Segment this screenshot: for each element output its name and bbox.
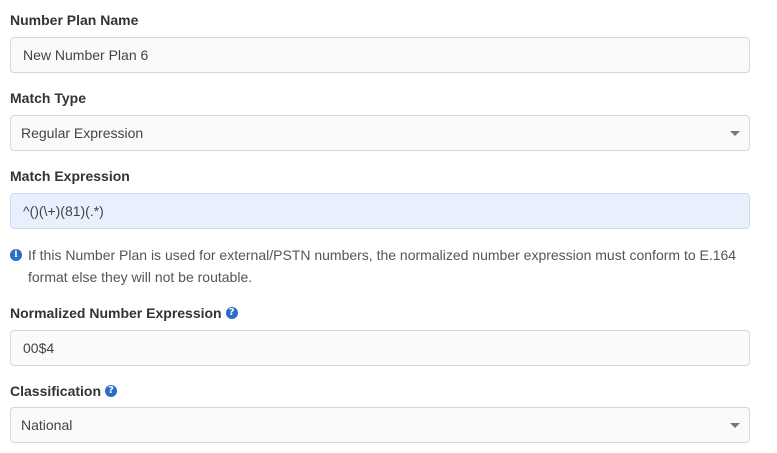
question-circle-icon[interactable]: ? xyxy=(225,307,238,319)
normalized-expression-label: Normalized Number Expression ? xyxy=(10,305,238,321)
question-circle-icon[interactable]: ? xyxy=(105,385,118,397)
number-plan-name-label-text: Number Plan Name xyxy=(10,12,139,28)
match-expression-input[interactable]: ^()(\+)(81)(.*) xyxy=(10,193,750,229)
chevron-down-icon xyxy=(730,423,740,428)
number-plan-form: Number Plan Name New Number Plan 6 Match… xyxy=(0,0,777,453)
normalized-expression-label-text: Normalized Number Expression xyxy=(10,305,222,321)
match-type-label-text: Match Type xyxy=(10,90,86,106)
classification-select[interactable]: National xyxy=(10,407,750,443)
match-type-value: Regular Expression xyxy=(21,125,144,141)
match-expression-label-text: Match Expression xyxy=(10,168,130,184)
chevron-down-icon xyxy=(730,131,740,136)
match-type-label: Match Type xyxy=(10,90,86,106)
classification-label-text: Classification xyxy=(10,383,102,399)
number-plan-name-label: Number Plan Name xyxy=(10,12,138,28)
info-circle-icon: i xyxy=(10,249,22,261)
classification-label: Classification ? xyxy=(10,383,118,399)
match-expression-value: ^()(\+)(81)(.*) xyxy=(23,203,104,219)
number-plan-name-input[interactable]: New Number Plan 6 xyxy=(10,37,750,73)
normalized-expression-input[interactable]: 00$4 xyxy=(10,330,750,366)
number-plan-name-value: New Number Plan 6 xyxy=(23,47,149,63)
classification-value: National xyxy=(21,417,73,433)
info-note-text: If this Number Plan is used for external… xyxy=(28,247,737,285)
match-type-select[interactable]: Regular Expression xyxy=(10,115,750,151)
match-expression-label: Match Expression xyxy=(10,168,130,184)
normalized-expression-value: 00$4 xyxy=(23,340,55,356)
e164-info-note: i If this Number Plan is used for extern… xyxy=(10,244,750,288)
